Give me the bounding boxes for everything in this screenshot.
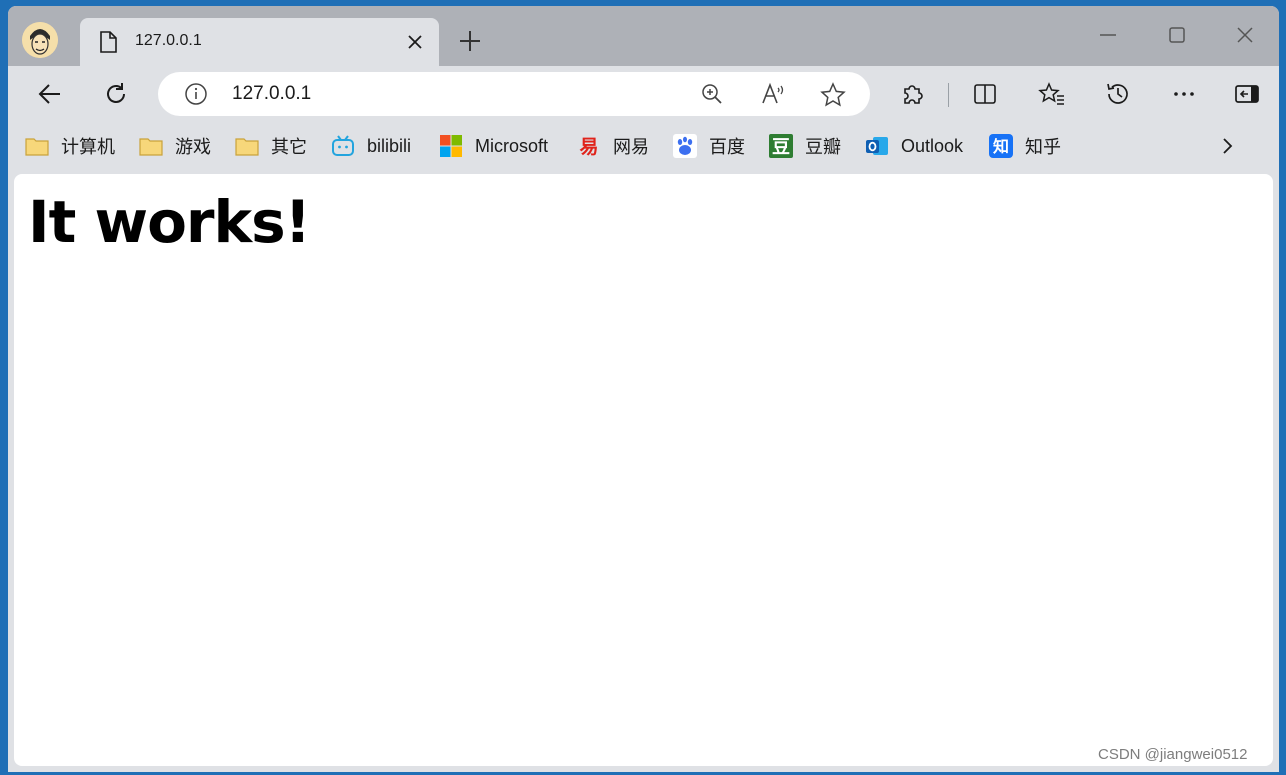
folder-icon: [235, 134, 259, 158]
page-icon: [98, 30, 118, 59]
svg-text:知: 知: [993, 137, 1009, 156]
bookmark-item[interactable]: 其它: [235, 128, 307, 164]
bookmarks-bar: 计算机 游戏 其它 bilibili Microsoft 易 网易 百度 豆 豆…: [8, 128, 1279, 164]
bookmark-item[interactable]: 知 知乎: [989, 128, 1061, 164]
bilibili-icon: [331, 134, 355, 158]
netease-icon: 易: [577, 134, 601, 158]
title-bar: 127.0.0.1: [8, 6, 1279, 66]
folder-icon: [139, 134, 163, 158]
bookmark-label: 游戏: [175, 137, 211, 157]
back-icon[interactable]: [36, 80, 64, 108]
maximize-icon[interactable]: [1166, 24, 1188, 51]
active-tab[interactable]: 127.0.0.1: [80, 18, 439, 66]
profile-avatar[interactable]: [22, 22, 58, 58]
bookmark-item[interactable]: 百度: [673, 128, 745, 164]
favorites-icon[interactable]: [1038, 80, 1066, 108]
refresh-icon[interactable]: [102, 80, 130, 108]
minimize-icon[interactable]: [1097, 24, 1119, 51]
sidebar-toggle-icon[interactable]: [1233, 80, 1261, 108]
outlook-icon: [865, 134, 889, 158]
zhihu-icon: 知: [989, 134, 1013, 158]
new-tab-icon[interactable]: [457, 28, 483, 59]
douban-icon: 豆: [769, 134, 793, 158]
microsoft-icon: [439, 134, 463, 158]
split-screen-icon[interactable]: [971, 80, 999, 108]
bookmark-label: 网易: [613, 137, 649, 157]
more-menu-icon[interactable]: [1170, 80, 1198, 108]
zoom-icon[interactable]: [700, 82, 724, 111]
address-bar[interactable]: 127.0.0.1: [158, 72, 870, 116]
folder-icon: [25, 134, 49, 158]
toolbar: 127.0.0.1: [8, 66, 1279, 121]
bookmark-label: 其它: [271, 137, 307, 157]
url-text[interactable]: 127.0.0.1: [232, 83, 311, 105]
close-tab-icon[interactable]: [404, 31, 426, 58]
bookmark-label: 豆瓣: [805, 137, 841, 157]
extensions-icon[interactable]: [899, 80, 927, 108]
bookmark-item[interactable]: 游戏: [139, 128, 211, 164]
bookmark-label: Microsoft: [475, 135, 549, 156]
read-aloud-icon[interactable]: [760, 82, 786, 111]
bookmark-label: Outlook: [901, 135, 964, 156]
bookmark-label: bilibili: [367, 135, 412, 156]
baidu-icon: [673, 134, 697, 158]
favorite-star-icon[interactable]: [820, 82, 846, 113]
close-window-icon[interactable]: [1234, 24, 1256, 51]
svg-text:豆: 豆: [772, 137, 790, 158]
site-info-icon[interactable]: [184, 82, 208, 111]
bookmark-item[interactable]: Outlook: [865, 128, 963, 164]
bookmark-item[interactable]: bilibili: [331, 128, 411, 164]
bookmark-item[interactable]: 计算机: [25, 128, 115, 164]
toolbar-divider: [948, 83, 949, 107]
bookmark-item[interactable]: 易 网易: [577, 128, 649, 164]
browser-window: 127.0.0.1 127.0.0.1 计算机 游戏 其它 bilibili M…: [8, 6, 1279, 772]
bookmark-item[interactable]: 豆 豆瓣: [769, 128, 841, 164]
watermark: CSDN @jiangwei0512: [1098, 746, 1248, 763]
history-icon[interactable]: [1104, 80, 1132, 108]
svg-text:易: 易: [579, 136, 598, 158]
page-content: It works!: [14, 174, 1273, 766]
bookmark-item[interactable]: Microsoft: [439, 128, 548, 164]
page-heading: It works!: [28, 188, 311, 256]
bookmark-label: 计算机: [61, 137, 115, 157]
chevron-right-icon[interactable]: [1217, 136, 1237, 161]
bookmark-label: 知乎: [1025, 137, 1061, 157]
bookmark-label: 百度: [709, 137, 745, 157]
tab-title: 127.0.0.1: [135, 32, 202, 49]
